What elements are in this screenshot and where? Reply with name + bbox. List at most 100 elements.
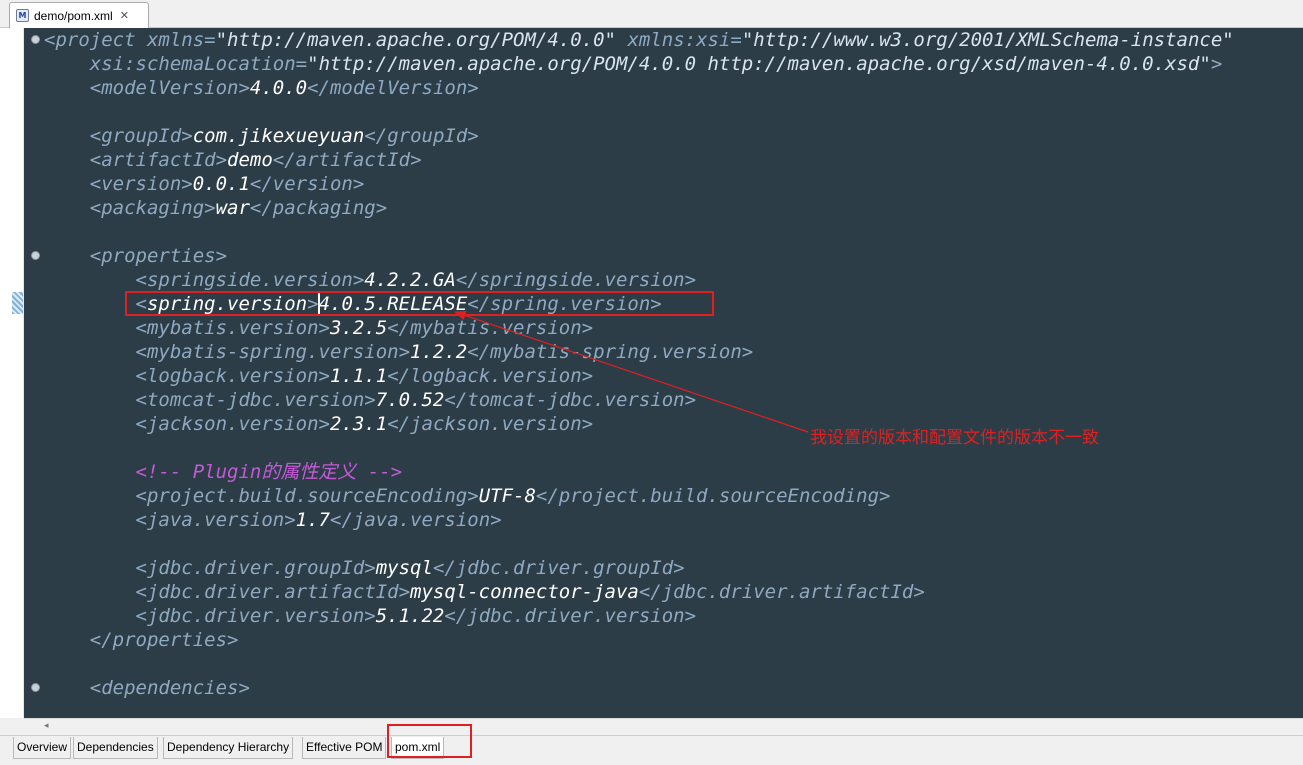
code-token: <project.build.sourceEncoding> (44, 485, 479, 507)
code-token: <artifactId> (44, 149, 228, 171)
code-token: "http://maven.apache.org/POM/4.0.0 http:… (307, 53, 1211, 75)
editor-tab-bar: M demo/pom.xml ✕ (0, 0, 1303, 28)
code-token: </properties> (44, 629, 239, 651)
code-token: <jdbc.driver.artifactId> (44, 581, 411, 603)
text-caret (318, 293, 320, 314)
code-line: <project.build.sourceEncoding>UTF-8</pro… (44, 484, 1234, 508)
code-line: </properties> (44, 628, 1234, 652)
code-line: <jdbc.driver.groupId>mysql</jdbc.driver.… (44, 556, 1234, 580)
code-line: <modelVersion>4.0.0</modelVersion> (44, 76, 1234, 100)
code-token: </jdbc.driver.version> (444, 605, 697, 627)
editor-tab-pom[interactable]: M demo/pom.xml ✕ (9, 2, 149, 28)
code-token: xsi:schemaLocation (89, 53, 296, 75)
code-line: <jdbc.driver.artifactId>mysql-connector-… (44, 580, 1234, 604)
code-line: <properties> (44, 244, 1234, 268)
spring-version-highlight (125, 291, 714, 316)
tab-effective-pom[interactable]: Effective POM (302, 737, 387, 759)
code-token: 0.0.1 (192, 173, 250, 195)
code-token: </java.version> (330, 509, 502, 531)
horizontal-scrollbar[interactable]: ◂ (24, 718, 1303, 735)
maven-file-icon: M (16, 9, 29, 22)
code-token: </groupId> (364, 125, 479, 147)
code-token: <java.version> (44, 509, 296, 531)
code-token: <properties> (44, 245, 228, 267)
code-token: "http://maven.apache.org/POM/4.0.0" (215, 29, 616, 51)
code-token: 3.2.5 (329, 317, 388, 339)
code-token: <mybatis-spring.version> (44, 341, 411, 363)
code-token: <jdbc.driver.version> (44, 605, 376, 627)
code-token: <tomcat-jdbc.version> (44, 389, 376, 411)
tab-dependencies[interactable]: Dependencies (73, 737, 158, 759)
code-token: </jdbc.driver.artifactId> (638, 581, 925, 603)
code-token: "http://www.w3.org/2001/XMLSchema-instan… (741, 29, 1234, 51)
code-token: 4.0.0 (249, 77, 308, 99)
code-line: <jdbc.driver.version>5.1.22</jdbc.driver… (44, 604, 1234, 628)
code-token: </project.build.sourceEncoding> (535, 485, 891, 507)
tab-dependency-hierarchy[interactable]: Dependency Hierarchy (163, 737, 294, 759)
code-token: war (215, 197, 250, 219)
code-token: = (295, 53, 308, 75)
code-token: <packaging> (44, 197, 216, 219)
code-line: <packaging>war</packaging> (44, 196, 1234, 220)
fold-toggle-icon[interactable] (31, 683, 40, 692)
code-token: 1.2.2 (410, 341, 468, 363)
code-token: demo (227, 149, 273, 171)
code-token: <groupId> (44, 125, 193, 147)
code-token: <mybatis.version> (44, 317, 330, 339)
fold-toggle-icon[interactable] (31, 251, 40, 260)
pom-tab-highlight (387, 724, 472, 758)
code-line: <logback.version>1.1.1</logback.version> (44, 364, 1234, 388)
fold-toggle-icon[interactable] (31, 35, 40, 44)
code-line: xsi:schemaLocation="http://maven.apache.… (44, 52, 1234, 76)
code-token: </tomcat-jdbc.version> (444, 389, 697, 411)
code-line: <!-- Plugin的属性定义 --> (44, 460, 1234, 484)
code-token: 2.3.1 (329, 413, 388, 435)
code-token: </packaging> (249, 197, 388, 219)
close-icon[interactable]: ✕ (120, 9, 129, 22)
code-token: = (204, 29, 216, 51)
code-token: 5.1.22 (375, 605, 445, 627)
code-token: </artifactId> (272, 149, 422, 171)
code-token: <springside.version> (44, 269, 365, 291)
code-text[interactable]: <project xmlns="http://maven.apache.org/… (44, 28, 1234, 700)
code-token: <jackson.version> (44, 413, 330, 435)
code-token: </springside.version> (455, 269, 697, 291)
code-line: <tomcat-jdbc.version>7.0.52</tomcat-jdbc… (44, 388, 1234, 412)
code-token: <dependencies> (44, 677, 250, 699)
code-line: <java.version>1.7</java.version> (44, 508, 1234, 532)
code-token: <!-- Plugin的属性定义 --> (44, 461, 403, 483)
editor-tab-title: demo/pom.xml (34, 8, 113, 23)
code-token: com.jikexueyuan (192, 125, 365, 147)
code-line: <artifactId>demo</artifactId> (44, 148, 1234, 172)
code-token: <project (44, 29, 147, 51)
code-line: <project xmlns="http://maven.apache.org/… (44, 28, 1234, 52)
code-token: </mybatis.version> (387, 317, 594, 339)
code-token: </logback.version> (387, 365, 594, 387)
code-token: 1.7 (295, 509, 330, 531)
code-line: <version>0.0.1</version> (44, 172, 1234, 196)
code-line: <dependencies> (44, 676, 1234, 700)
code-token: </version> (249, 173, 365, 195)
code-token: mysql-connector-java (410, 581, 639, 603)
editor-page-tabs: Overview Dependencies Dependency Hierarchy… (0, 735, 1303, 765)
code-token: = (730, 29, 742, 51)
code-token: </jackson.version> (387, 413, 594, 435)
annotation-text: 我设置的版本和配置文件的版本不一致 (810, 428, 1099, 448)
scroll-left-icon[interactable]: ◂ (44, 720, 49, 731)
code-token: xmlns (146, 29, 205, 51)
code-token: <jdbc.driver.groupId> (44, 557, 376, 579)
tab-overview[interactable]: Overview (13, 737, 72, 759)
code-token: mysql (375, 557, 433, 579)
code-token: <version> (44, 173, 193, 195)
code-line: <mybatis.version>3.2.5</mybatis.version> (44, 316, 1234, 340)
code-token: </mybatis-spring.version> (467, 341, 754, 363)
code-token: > (1210, 53, 1223, 75)
overview-ruler (11, 28, 24, 718)
code-token: <modelVersion> (44, 77, 250, 99)
